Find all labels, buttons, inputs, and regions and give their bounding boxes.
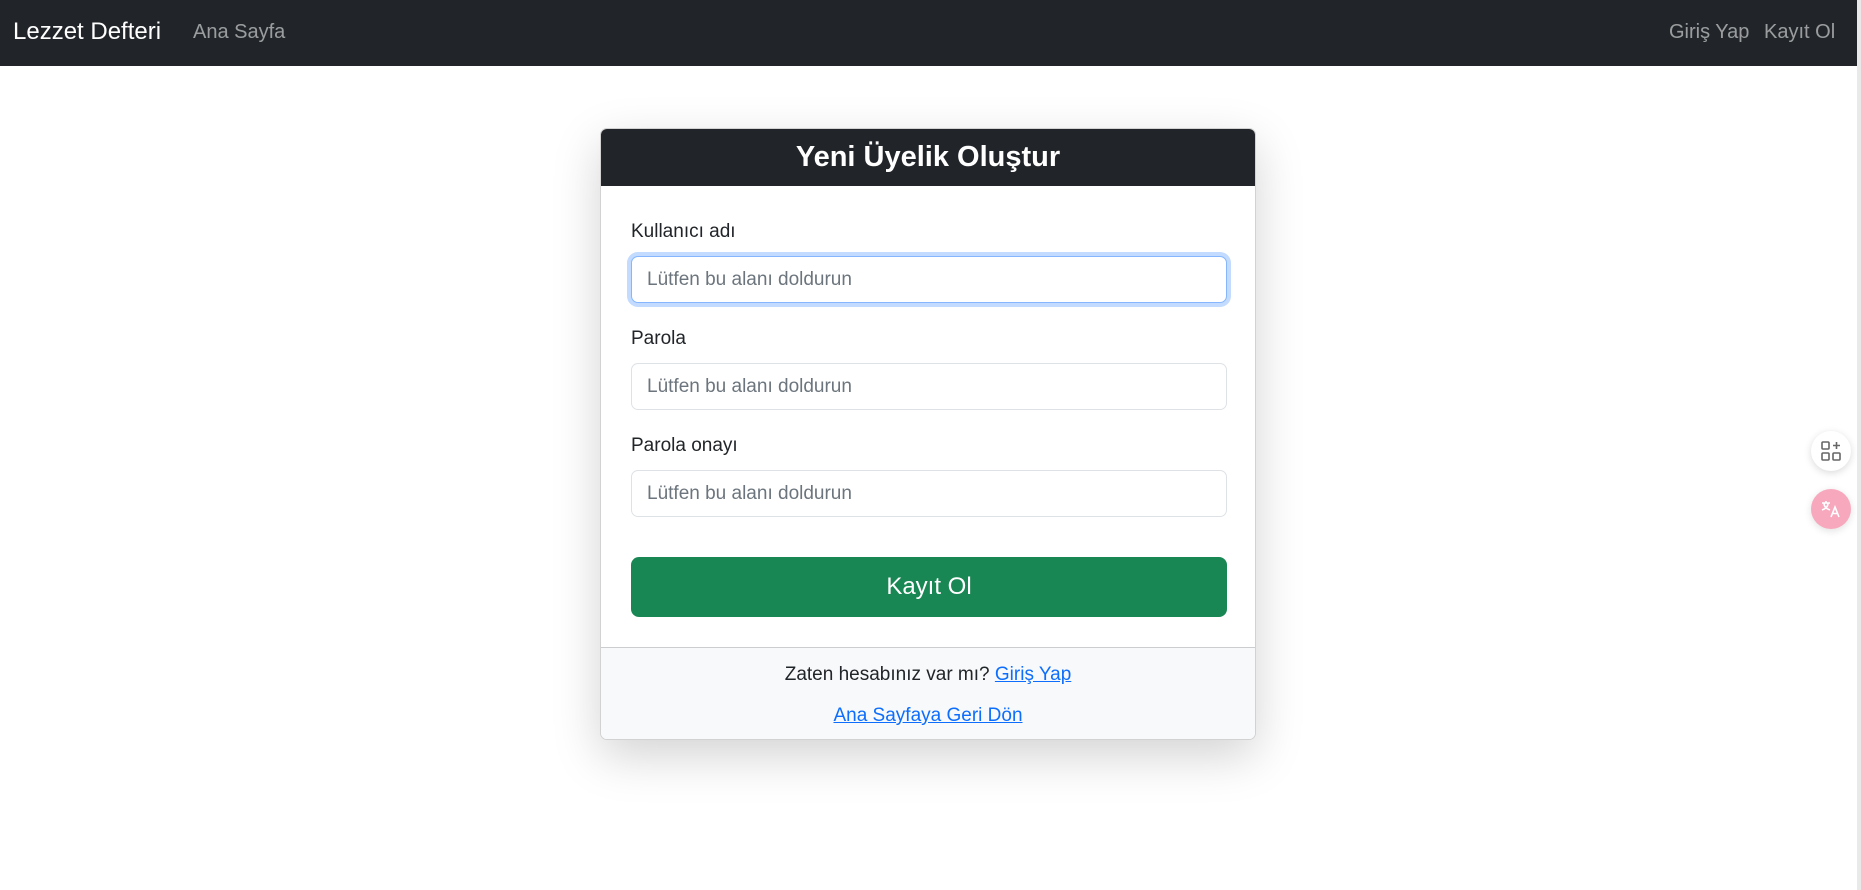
back-home-row: Ana Sayfaya Geri Dön xyxy=(601,705,1255,727)
top-navbar: Lezzet Defteri Ana Sayfa Giriş Yap Kayıt… xyxy=(0,0,1861,66)
username-label: Kullanıcı adı xyxy=(631,221,736,242)
footer-login-link[interactable]: Giriş Yap xyxy=(995,664,1071,685)
scrollbar-edge[interactable] xyxy=(1857,0,1861,890)
card-header: Yeni Üyelik Oluştur xyxy=(601,129,1255,186)
card-title: Yeni Üyelik Oluştur xyxy=(795,141,1061,173)
card-footer: Zaten hesabınız var mı? Giriş Yap Ana Sa… xyxy=(601,647,1255,739)
password-confirm-label: Parola onayı xyxy=(631,435,738,456)
nav-home-link[interactable]: Ana Sayfa xyxy=(193,21,285,44)
translate-icon[interactable] xyxy=(1811,489,1851,529)
apps-add-glyph xyxy=(1821,441,1841,461)
password-input[interactable] xyxy=(631,363,1227,410)
register-submit-button[interactable]: Kayıt Ol xyxy=(631,557,1227,617)
password-confirm-input[interactable] xyxy=(631,470,1227,517)
password-label: Parola xyxy=(631,328,686,349)
login-prompt: Zaten hesabınız var mı? Giriş Yap xyxy=(601,664,1255,686)
login-question-text: Zaten hesabınız var mı? xyxy=(784,664,990,685)
nav-login-link[interactable]: Giriş Yap xyxy=(1669,21,1749,44)
username-input[interactable] xyxy=(631,256,1227,303)
apps-add-icon[interactable] xyxy=(1811,431,1851,471)
brand-link[interactable]: Lezzet Defteri xyxy=(13,18,161,46)
translate-glyph xyxy=(1821,501,1840,518)
nav-register-link[interactable]: Kayıt Ol xyxy=(1764,21,1835,44)
back-home-link[interactable]: Ana Sayfaya Geri Dön xyxy=(833,705,1022,726)
register-card: Yeni Üyelik Oluştur Kullanıcı adı Parola… xyxy=(600,128,1256,740)
